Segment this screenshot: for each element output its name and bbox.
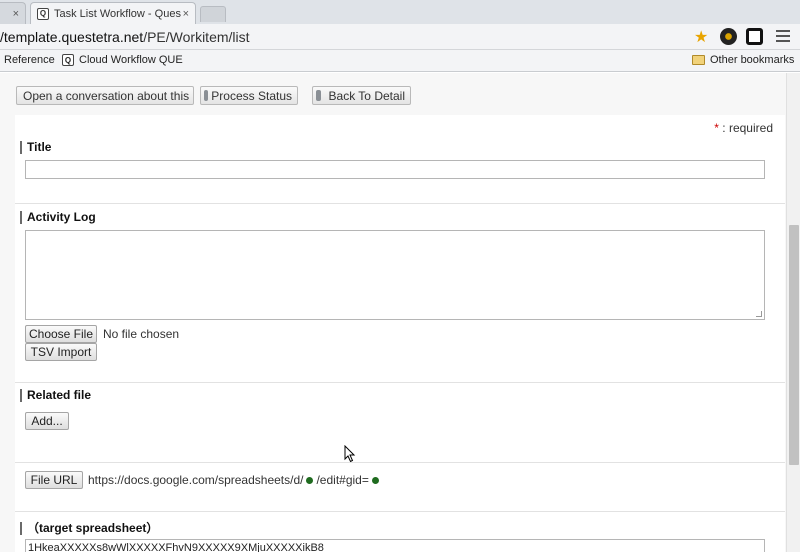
active-tab[interactable]: Q Task List Workflow - Ques × bbox=[30, 2, 196, 24]
mouse-cursor-icon bbox=[344, 445, 356, 463]
open-conversation-button[interactable]: Open a conversation about this bbox=[16, 86, 194, 105]
choose-file-button[interactable]: Choose File bbox=[25, 325, 97, 343]
scrollbar-thumb[interactable] bbox=[789, 225, 799, 465]
url-path: /PE/Workitem/list bbox=[143, 29, 250, 45]
address-bar: /template.questetra.net/PE/Workitem/list… bbox=[0, 24, 800, 50]
folder-icon bbox=[692, 55, 705, 65]
bookmark-star-icon[interactable]: ★ bbox=[694, 27, 708, 47]
back-arrow-icon bbox=[316, 90, 321, 101]
target-spreadsheet-section: （target spreadsheet） 1HkeaXXXXXs8wWlXXXX… bbox=[15, 512, 785, 552]
url-field[interactable]: /template.questetra.net/PE/Workitem/list bbox=[0, 29, 250, 45]
action-toolbar: Open a conversation about this Process S… bbox=[0, 73, 786, 115]
work-item-form: * : required Title Activity Log Choose F… bbox=[15, 115, 785, 552]
other-bookmarks-label: Other bookmarks bbox=[710, 54, 795, 66]
add-file-button[interactable]: Add... bbox=[25, 412, 69, 430]
close-tab-icon[interactable]: × bbox=[13, 8, 19, 20]
tab-title: Task List Workflow - Ques bbox=[54, 7, 181, 20]
questetra-favicon-icon: Q bbox=[62, 54, 74, 66]
title-section: Title bbox=[15, 115, 785, 204]
bookmark-reference[interactable]: Reference bbox=[4, 54, 55, 66]
browser-tab-strip: × Q Task List Workflow - Ques × bbox=[0, 0, 800, 24]
bookmark-label: Reference bbox=[4, 54, 55, 66]
page-scrollbar[interactable] bbox=[786, 73, 800, 552]
questetra-extension-icon[interactable] bbox=[746, 28, 763, 45]
file-url-section: File URL https://docs.google.com/spreads… bbox=[15, 463, 785, 512]
process-status-button[interactable]: Process Status bbox=[200, 86, 298, 105]
browser-menu-icon[interactable] bbox=[776, 30, 790, 45]
tsv-import-button[interactable]: TSV Import bbox=[25, 343, 97, 361]
close-tab-icon[interactable]: × bbox=[183, 8, 189, 20]
other-bookmarks[interactable]: Other bookmarks bbox=[692, 54, 794, 66]
no-file-chosen-text: No file chosen bbox=[103, 327, 180, 341]
bookmark-cloud-workflow[interactable]: Q Cloud Workflow QUE bbox=[62, 54, 183, 66]
extension-icon[interactable] bbox=[720, 28, 737, 45]
activity-log-section: Activity Log Choose File No file chosen … bbox=[15, 204, 785, 383]
url-host: /template.questetra.net bbox=[0, 29, 144, 45]
process-icon bbox=[204, 90, 209, 101]
activity-log-textarea[interactable] bbox=[25, 230, 765, 320]
bookmarks-bar: Reference Q Cloud Workflow QUE Other boo… bbox=[0, 50, 800, 72]
title-input[interactable] bbox=[25, 160, 765, 179]
new-tab-button[interactable] bbox=[200, 6, 226, 22]
bookmark-label: Cloud Workflow QUE bbox=[79, 54, 183, 66]
activity-log-label: Activity Log bbox=[20, 211, 96, 224]
related-file-label: Related file bbox=[20, 389, 91, 402]
file-url-prefix: https://docs.google.com/spreadsheets/d/ bbox=[88, 473, 304, 487]
previous-tab[interactable]: × bbox=[0, 2, 26, 24]
process-status-label: Process Status bbox=[211, 88, 292, 103]
placeholder-dot-icon bbox=[306, 476, 314, 484]
file-url-text: https://docs.google.com/spreadsheets/d/ /… bbox=[88, 473, 382, 487]
file-url-middle: /edit#gid= bbox=[316, 473, 369, 487]
resize-grip-icon[interactable] bbox=[756, 311, 762, 317]
file-url-button[interactable]: File URL bbox=[25, 471, 83, 489]
questetra-favicon-icon: Q bbox=[37, 7, 49, 20]
related-file-section: Related file Add... bbox=[15, 383, 785, 463]
open-conversation-label: Open a conversation about this bbox=[23, 88, 190, 103]
page-content: Open a conversation about this Process S… bbox=[0, 73, 800, 552]
title-label: Title bbox=[20, 141, 51, 154]
back-to-detail-label: Back To Detail bbox=[328, 88, 405, 103]
target-spreadsheet-label: （target spreadsheet） bbox=[20, 522, 158, 535]
back-to-detail-button[interactable]: Back To Detail bbox=[312, 86, 411, 105]
target-spreadsheet-input[interactable]: 1HkeaXXXXXs8wWlXXXXXFhvN9XXXXX9XMjuXXXXX… bbox=[25, 539, 765, 552]
placeholder-dot-icon bbox=[371, 476, 379, 484]
